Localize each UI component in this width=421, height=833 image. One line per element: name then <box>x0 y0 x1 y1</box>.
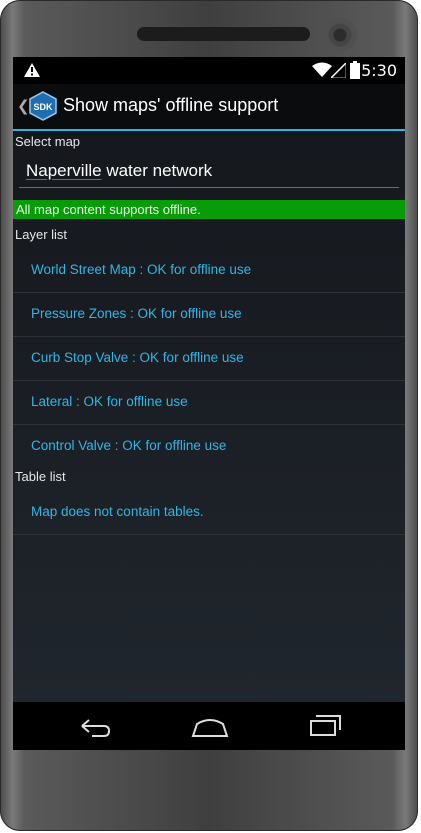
layer-list-item[interactable]: Lateral : OK for offline use <box>13 381 405 425</box>
home-icon[interactable] <box>190 712 230 740</box>
page-title: Show maps' offline support <box>63 95 279 115</box>
table-status-text: Map does not contain tables. <box>31 504 204 519</box>
recent-apps-icon[interactable] <box>306 712 346 740</box>
select-map-label: Select map <box>15 134 81 149</box>
device-screen: 5:30 ❮ SDK Show maps' offline support Se… <box>13 57 405 750</box>
wifi-icon <box>312 62 332 77</box>
layer-status-text: Control Valve : OK for offline use <box>31 438 227 453</box>
layer-status-text: World Street Map : OK for offline use <box>31 262 252 277</box>
battery-icon <box>350 61 360 79</box>
layer-list-item[interactable]: World Street Map : OK for offline use <box>13 249 405 293</box>
layer-status-text: Pressure Zones : OK for offline use <box>31 306 242 321</box>
back-icon[interactable] <box>74 712 114 740</box>
sdk-app-icon[interactable]: SDK <box>28 91 58 121</box>
map-name-word: Naperville <box>26 161 102 180</box>
layer-list-item[interactable]: Pressure Zones : OK for offline use <box>13 293 405 337</box>
svg-text:SDK: SDK <box>33 102 53 112</box>
layer-list-item[interactable]: Curb Stop Valve : OK for offline use <box>13 337 405 381</box>
warning-icon <box>24 63 40 77</box>
status-bar: 5:30 <box>13 57 405 84</box>
system-nav-bar <box>13 702 405 750</box>
device-frame: 5:30 ❮ SDK Show maps' offline support Se… <box>0 0 418 831</box>
status-time: 5:30 <box>361 61 397 80</box>
map-name-rest: water network <box>101 161 213 180</box>
table-list-label: Table list <box>15 469 66 484</box>
layer-list-item[interactable]: Control Valve : OK for offline use <box>13 425 405 468</box>
front-camera <box>323 18 357 52</box>
offline-status-banner: All map content supports offline. <box>13 200 405 219</box>
signal-icon <box>331 63 346 78</box>
speaker-grille <box>137 27 310 41</box>
table-list-item[interactable]: Map does not contain tables. <box>13 491 405 535</box>
layer-status-text: Lateral : OK for offline use <box>31 394 188 409</box>
main-content: Select map Naperville water network All … <box>13 131 405 702</box>
layer-list-label: Layer list <box>15 227 68 242</box>
action-bar: ❮ SDK Show maps' offline support <box>13 84 405 131</box>
map-selector[interactable]: Naperville water network <box>19 153 399 188</box>
map-selector-value: Naperville water network <box>26 161 212 181</box>
layer-status-text: Curb Stop Valve : OK for offline use <box>31 350 244 365</box>
